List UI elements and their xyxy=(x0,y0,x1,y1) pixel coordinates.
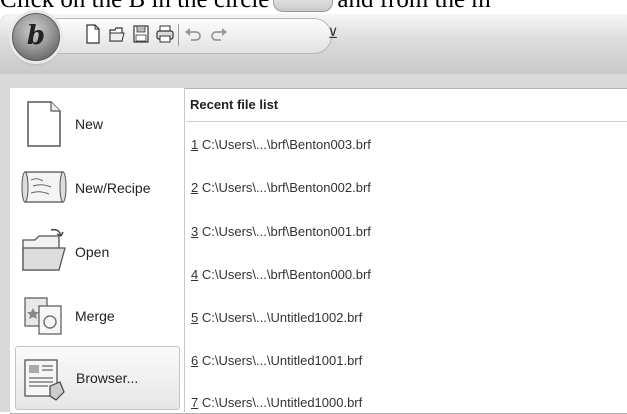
open-folder-icon xyxy=(22,228,66,271)
new-document-icon xyxy=(27,101,61,147)
print-icon[interactable] xyxy=(156,24,174,44)
merge-icon xyxy=(24,297,62,335)
recent-file-item[interactable]: 6 C:\Users\...\Untitled1001.brf xyxy=(191,350,621,372)
application-button-letter: b xyxy=(26,21,46,51)
menu-item-browser[interactable]: Browser... xyxy=(15,346,180,410)
save-icon[interactable] xyxy=(132,24,150,44)
recent-file-item[interactable]: 4 C:\Users\...\brf\Benton000.brf xyxy=(191,264,621,286)
menu-commands: New New/Recipe Open Merge Browser... xyxy=(10,88,185,412)
menu-item-new[interactable]: New xyxy=(15,92,180,156)
open-folder-icon[interactable] xyxy=(108,24,126,44)
menu-item-merge[interactable]: Merge xyxy=(15,284,180,348)
recent-file-item[interactable]: 2 C:\Users\...\brf\Benton002.brf xyxy=(191,177,621,199)
recent-file-item[interactable]: 5 C:\Users\...\Untitled1002.brf xyxy=(191,307,621,329)
menu-item-label: Merge xyxy=(75,308,115,324)
instruction-text: Click on the B in the circle and from the… xyxy=(0,0,627,13)
menu-item-open[interactable]: Open xyxy=(15,220,180,284)
application-button[interactable]: b xyxy=(12,13,60,61)
menu-item-label: Open xyxy=(75,244,110,260)
browser-icon xyxy=(24,359,65,401)
menu-item-new-recipe[interactable]: New/Recipe xyxy=(15,156,180,220)
recipe-scroll-icon xyxy=(21,171,67,203)
menu-item-label: New xyxy=(75,116,104,132)
recent-file-item[interactable]: 3 C:\Users\...\brf\Benton001.brf xyxy=(191,221,621,243)
redo-icon[interactable] xyxy=(210,24,228,44)
menu-item-label: Browser... xyxy=(76,370,139,386)
recent-files-header: Recent file list xyxy=(186,88,627,122)
instruction-before: Click on the B in the circle xyxy=(0,0,269,13)
new-doc-icon[interactable] xyxy=(84,24,102,44)
recent-file-item[interactable]: 7 C:\Users\...\Untitled1000.brf xyxy=(191,392,621,414)
undo-icon[interactable] xyxy=(184,24,202,44)
qat-separator xyxy=(178,24,179,46)
instruction-after: and from the m xyxy=(337,0,490,13)
qat-customize-dropdown[interactable]: ⊻ xyxy=(326,23,340,43)
recent-files-panel: Recent file list 1 C:\Users\...\brf\Bent… xyxy=(186,88,627,412)
app-button-inline-icon xyxy=(273,0,334,12)
menu-item-label: New/Recipe xyxy=(75,180,151,196)
quick-access-toolbar xyxy=(30,18,332,54)
recent-file-item[interactable]: 1 C:\Users\...\brf\Benton003.brf xyxy=(191,134,621,156)
